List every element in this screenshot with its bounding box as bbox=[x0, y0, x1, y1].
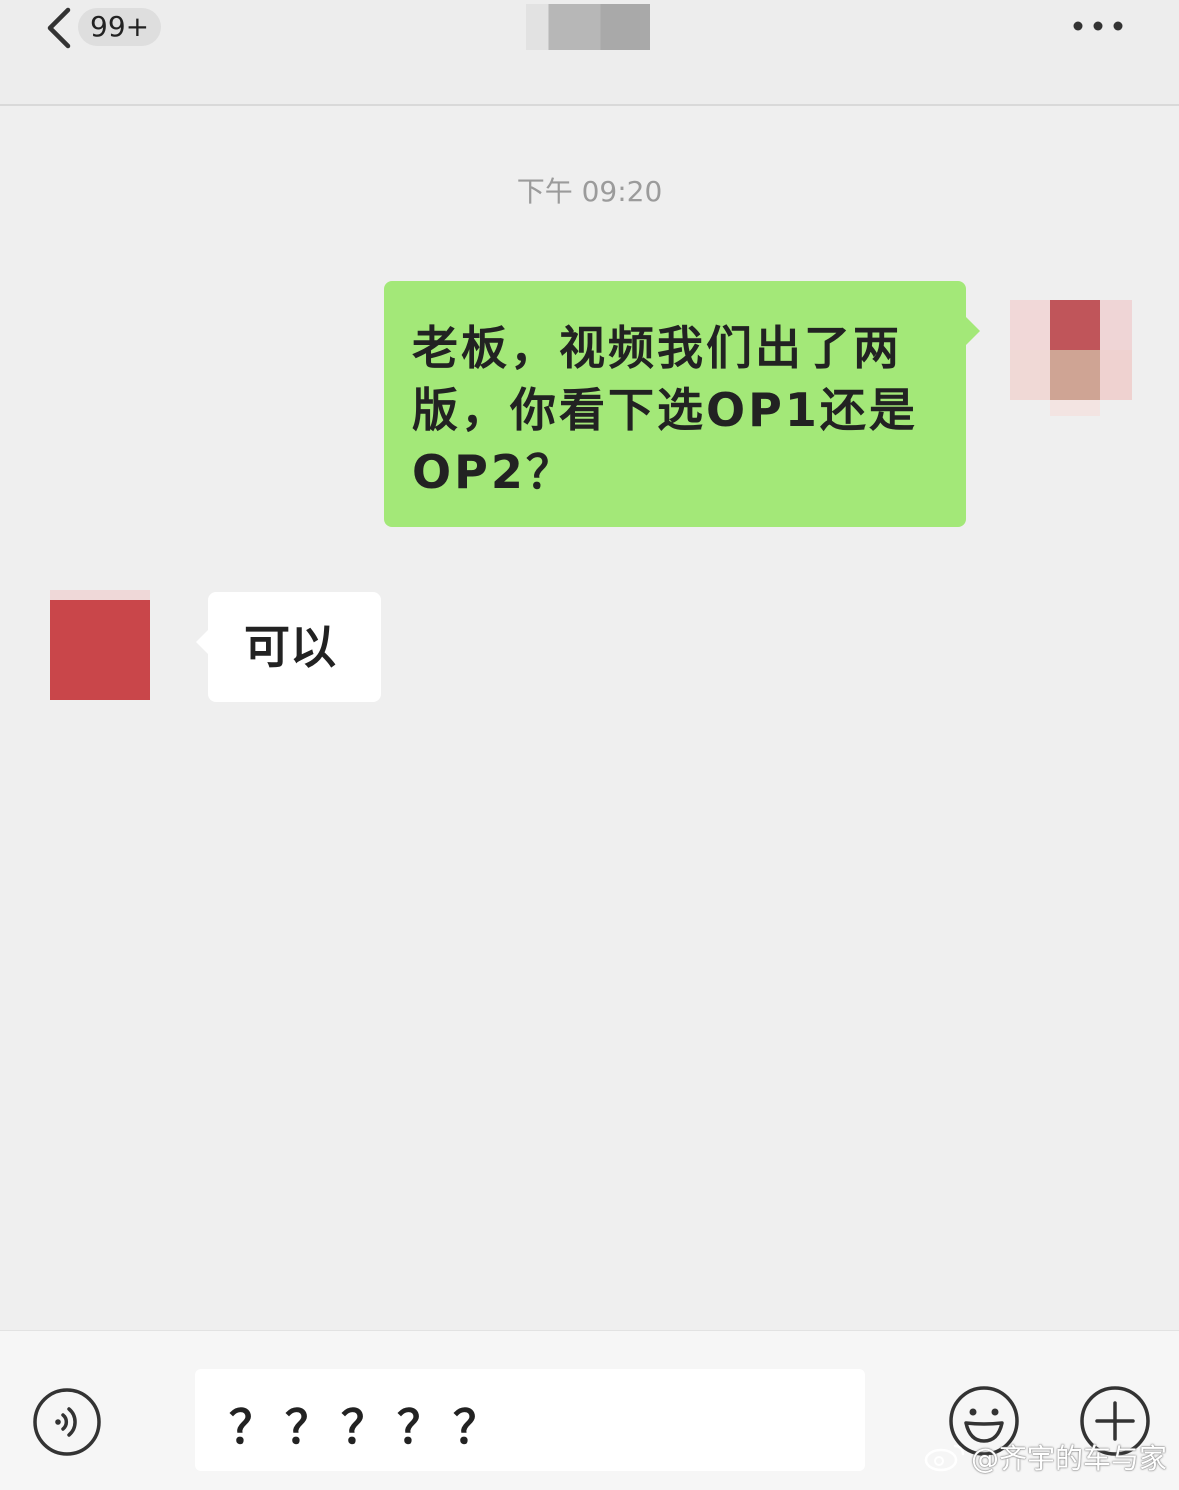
more-dots-icon[interactable] bbox=[1070, 14, 1126, 38]
chat-header: 99+ bbox=[0, 0, 1179, 106]
self-avatar[interactable] bbox=[1010, 300, 1132, 416]
chevron-left-icon[interactable] bbox=[40, 6, 80, 50]
voice-icon[interactable] bbox=[32, 1387, 102, 1457]
message-input[interactable]: ？？？？？ bbox=[195, 1369, 865, 1471]
incoming-message-bubble[interactable]: 可以 bbox=[196, 592, 381, 702]
outgoing-message-bubble[interactable]: 老板，视频我们出了两版，你看下选OP1还是OP2？ bbox=[384, 281, 980, 527]
watermark: @齐宇的车与家 bbox=[923, 1437, 1167, 1477]
unread-count-badge[interactable]: 99+ bbox=[78, 8, 162, 46]
contact-name-redacted bbox=[526, 4, 650, 50]
message-timestamp: 下午 09:20 bbox=[516, 175, 663, 208]
weibo-icon bbox=[924, 1444, 965, 1472]
incoming-message-text: 可以 bbox=[244, 620, 336, 674]
outgoing-message-text: 老板，视频我们出了两版，你看下选OP1还是OP2？ bbox=[412, 321, 918, 499]
bubble-tail bbox=[196, 630, 208, 654]
watermark-text: @齐宇的车与家 bbox=[970, 1442, 1167, 1475]
contact-avatar[interactable] bbox=[50, 590, 150, 700]
bubble-tail bbox=[966, 317, 980, 345]
